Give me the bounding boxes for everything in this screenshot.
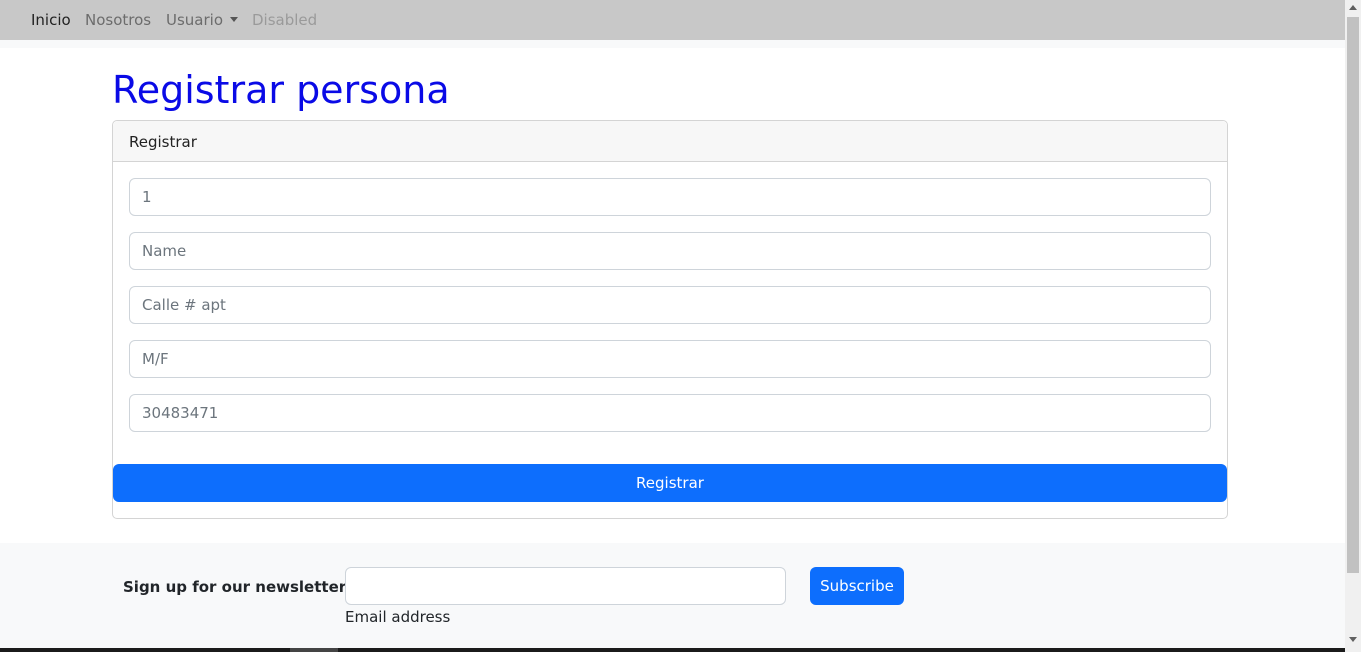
nav-link-disabled: Disabled (252, 11, 318, 29)
gender-input[interactable] (129, 340, 1211, 378)
nav-dropdown-label: Usuario (166, 11, 224, 29)
newsletter-footer: Sign up for our newsletter Email address… (0, 543, 1345, 652)
register-card: Registrar Registrar (112, 120, 1228, 519)
nav-dropdown-usuario[interactable]: Usuario (166, 11, 239, 29)
navbar-divider (0, 40, 1345, 48)
scroll-up-arrow-icon[interactable] (1349, 5, 1357, 10)
registrar-button[interactable]: Registrar (113, 464, 1227, 502)
navbar: Inicio Nosotros Usuario Disabled (0, 0, 1345, 40)
caret-down-icon (230, 17, 239, 22)
email-input[interactable] (345, 567, 786, 605)
horizontal-scrollbar[interactable] (0, 648, 1345, 652)
nav-link-nosotros[interactable]: Nosotros (85, 11, 151, 29)
newsletter-label: Sign up for our newsletter (123, 578, 347, 596)
subscribe-button[interactable]: Subscribe (810, 567, 904, 605)
vertical-scrollbar[interactable] (1345, 0, 1361, 652)
scroll-down-arrow-icon[interactable] (1349, 637, 1357, 642)
horizontal-scrollbar-thumb[interactable] (290, 648, 338, 652)
email-label: Email address (345, 608, 451, 626)
page: Inicio Nosotros Usuario Disabled Registr… (0, 0, 1345, 652)
nav-link-inicio[interactable]: Inicio (31, 11, 71, 29)
id-input[interactable] (129, 178, 1211, 216)
phone-input[interactable] (129, 394, 1211, 432)
vertical-scrollbar-thumb[interactable] (1347, 17, 1359, 573)
card-header: Registrar (113, 121, 1227, 162)
card-header-title: Registrar (129, 133, 197, 151)
page-title: Registrar persona (112, 68, 450, 112)
address-input[interactable] (129, 286, 1211, 324)
name-input[interactable] (129, 232, 1211, 270)
